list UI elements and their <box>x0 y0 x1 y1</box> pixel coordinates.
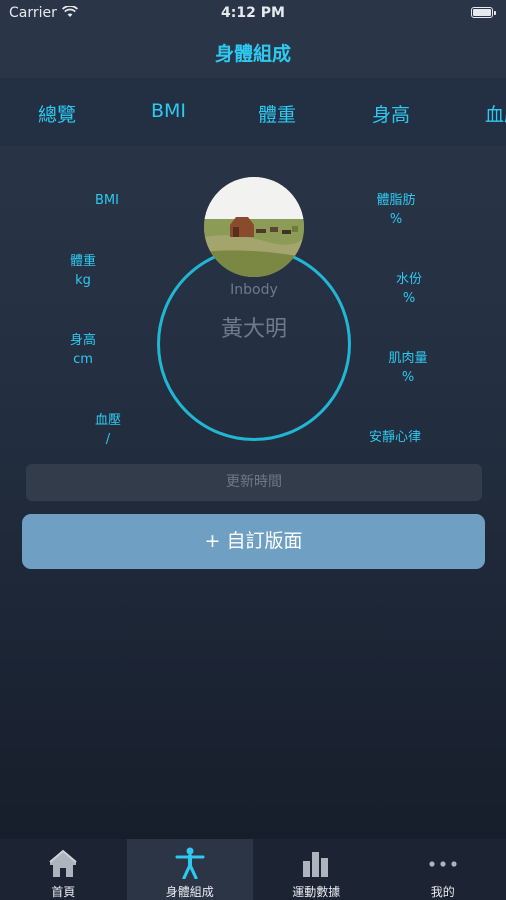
metric-bmi: BMI <box>77 191 137 210</box>
metric-unit: % <box>401 370 415 385</box>
bottom-tab-bar: 首頁 身體組成 運動數據 我的 <box>0 839 506 900</box>
metric-label: 安靜心律 <box>368 430 421 445</box>
tabbar-item-home[interactable]: 首頁 <box>0 839 127 900</box>
tabbar-item-exercise-data[interactable]: 運動數據 <box>253 839 380 900</box>
tab-bmi[interactable]: BMI <box>151 100 186 122</box>
update-time-bar: 更新時間 <box>26 464 482 501</box>
metric-unit: kg <box>75 273 91 288</box>
metric-label: 體脂肪 <box>376 193 416 208</box>
tabbar-label: 身體組成 <box>165 885 214 899</box>
status-time: 4:12 PM <box>221 5 285 21</box>
tab-weight[interactable]: 體重 <box>258 100 296 127</box>
tabbar-item-body-composition[interactable]: 身體組成 <box>126 839 253 900</box>
metric-unit: / <box>105 432 111 447</box>
metric-label: 身高 <box>69 333 96 348</box>
tab-blood-pressure[interactable]: 血壓 <box>485 100 506 127</box>
category-tabs: 總覽 BMI 體重 身高 血壓 <box>0 78 506 146</box>
metric-label: BMI <box>95 193 119 208</box>
bar-chart-icon <box>303 852 329 877</box>
tab-height[interactable]: 身高 <box>372 100 410 127</box>
avatar[interactable] <box>204 177 304 277</box>
body-icon <box>175 847 205 879</box>
home-icon <box>49 849 77 877</box>
tabbar-label: 運動數據 <box>292 885 341 899</box>
tabbar-label: 首頁 <box>51 885 76 899</box>
more-icon <box>429 861 457 867</box>
metric-unit: cm <box>73 352 93 367</box>
metric-label: 水份 <box>395 272 422 287</box>
metric-unit: % <box>402 291 416 306</box>
metric-unit: % <box>389 212 403 227</box>
metric-label: 體重 <box>69 254 96 269</box>
tab-overview[interactable]: 總覽 <box>38 100 76 127</box>
page-title: 身體組成 <box>214 42 291 65</box>
avatar-landscape-image <box>204 177 304 277</box>
status-bar: Carrier 4:12 PM <box>0 0 506 26</box>
profile-source: Inbody <box>230 282 278 298</box>
battery-icon <box>471 7 496 18</box>
metric-label: 血壓 <box>94 413 121 428</box>
user-name: 黃大明 <box>220 317 287 342</box>
metric-body-fat: 體脂肪 % <box>366 191 426 229</box>
tabbar-item-mine[interactable]: 我的 <box>380 839 506 900</box>
metric-height: 身高 cm <box>53 331 113 369</box>
metric-resting-heart-rate: 安靜心律 <box>359 428 431 447</box>
metric-label: 肌肉量 <box>388 351 428 366</box>
tabbar-label: 我的 <box>430 885 455 899</box>
nav-bar: 身體組成 <box>0 26 506 78</box>
metric-water: 水份 % <box>379 270 439 308</box>
metric-muscle: 肌肉量 % <box>378 349 438 387</box>
custom-layout-button[interactable]: + 自訂版面 <box>22 514 485 569</box>
metric-blood-pressure: 血壓 / <box>78 411 138 449</box>
metric-weight: 體重 kg <box>53 252 113 290</box>
